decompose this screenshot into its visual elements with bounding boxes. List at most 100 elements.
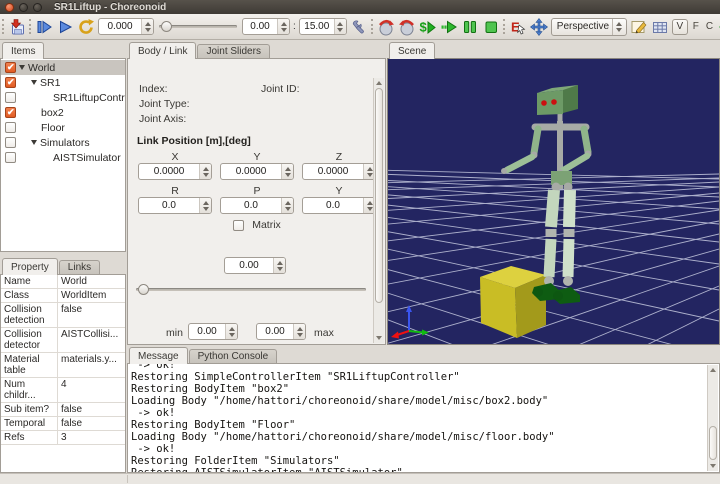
- item-checkbox[interactable]: [5, 62, 16, 73]
- minimize-button[interactable]: [19, 3, 28, 12]
- tab-joint-sliders[interactable]: Joint Sliders: [197, 44, 269, 58]
- expander-icon[interactable]: [31, 140, 37, 145]
- spin-down-icon[interactable]: [616, 28, 622, 32]
- property-table[interactable]: NameWorldClassWorldItemCollision detecti…: [0, 274, 126, 473]
- position-z-spinbox[interactable]: 0.0000: [302, 163, 376, 180]
- property-value[interactable]: materials.y...: [58, 353, 125, 378]
- spin-down-icon[interactable]: [337, 28, 343, 32]
- property-value[interactable]: AISTCollisi...: [58, 328, 125, 353]
- joint-slider[interactable]: [134, 281, 368, 298]
- tab-body-link[interactable]: Body / Link: [129, 42, 196, 59]
- item-checkbox[interactable]: [5, 107, 16, 118]
- min-spinbox[interactable]: 0.00: [188, 323, 238, 340]
- spin-buttons[interactable]: [277, 19, 289, 34]
- property-value[interactable]: 3: [58, 431, 125, 445]
- tree-item[interactable]: SR1: [1, 75, 125, 90]
- start-simulation-icon[interactable]: [377, 18, 395, 36]
- property-value[interactable]: World: [58, 275, 125, 289]
- spin-value[interactable]: 0.00: [225, 258, 273, 273]
- spin-down-icon[interactable]: [145, 28, 151, 32]
- item-checkbox[interactable]: [5, 77, 16, 88]
- matrix-checkbox[interactable]: [233, 220, 244, 231]
- wireframe-icon[interactable]: [651, 18, 669, 36]
- max-spinbox[interactable]: 0.00: [256, 323, 306, 340]
- spin-buttons[interactable]: [199, 164, 211, 179]
- body-link-scrollbar[interactable]: [373, 78, 384, 343]
- expander-icon[interactable]: [31, 80, 37, 85]
- spin-buttons[interactable]: [281, 198, 293, 213]
- tree-item[interactable]: box2: [1, 105, 125, 120]
- spin-value[interactable]: 0.0: [303, 198, 363, 213]
- toolbar-grip[interactable]: [371, 19, 374, 34]
- spin-down-icon[interactable]: [203, 173, 209, 177]
- message-log[interactable]: -> ok!Restoring SimpleControllerItem "SR…: [127, 363, 720, 473]
- scrollbar-thumb[interactable]: [709, 426, 717, 460]
- item-checkbox[interactable]: [5, 122, 16, 133]
- tree-item[interactable]: Simulators: [1, 135, 125, 150]
- rotation-y-spinbox[interactable]: 0.0: [302, 197, 376, 214]
- edit-mode-icon[interactable]: E: [509, 18, 527, 36]
- scroll-up-icon[interactable]: [376, 81, 382, 85]
- spin-up-icon[interactable]: [229, 327, 235, 331]
- config-wrench-icon[interactable]: [350, 18, 368, 36]
- spin-value[interactable]: 0.0000: [139, 164, 199, 179]
- joint-angle-spinbox[interactable]: 0.00: [224, 257, 286, 274]
- item-checkbox[interactable]: [5, 92, 16, 103]
- stop-icon[interactable]: [482, 18, 500, 36]
- scroll-down-icon[interactable]: [710, 464, 716, 468]
- spin-down-icon[interactable]: [277, 267, 283, 271]
- time-spinbox[interactable]: 0.000: [98, 18, 154, 35]
- spin-value[interactable]: 15.00: [300, 19, 334, 34]
- tab-python-console[interactable]: Python Console: [189, 349, 278, 363]
- start-controller-icon[interactable]: $: [419, 18, 437, 36]
- property-value[interactable]: WorldItem: [58, 289, 125, 303]
- tab-links[interactable]: Links: [59, 260, 100, 274]
- refresh-icon[interactable]: [77, 18, 95, 36]
- spin-value[interactable]: 0.00: [257, 324, 293, 339]
- scrollbar-thumb[interactable]: [375, 88, 383, 303]
- range-start-spinbox[interactable]: 0.00: [242, 18, 290, 35]
- tab-items[interactable]: Items: [2, 42, 44, 59]
- tree-item[interactable]: World: [1, 60, 125, 75]
- spin-up-icon[interactable]: [281, 22, 287, 26]
- property-value[interactable]: 4: [58, 378, 125, 403]
- spin-value[interactable]: 0.0000: [303, 164, 363, 179]
- slider-track[interactable]: [136, 288, 366, 291]
- spin-up-icon[interactable]: [297, 327, 303, 331]
- spin-up-icon[interactable]: [337, 22, 343, 26]
- vertex-toggle-button[interactable]: V: [672, 19, 688, 35]
- spin-buttons[interactable]: [334, 19, 346, 34]
- spin-down-icon[interactable]: [367, 207, 373, 211]
- scroll-down-icon[interactable]: [376, 336, 382, 340]
- spin-up-icon[interactable]: [203, 167, 209, 171]
- toolbar-grip[interactable]: [2, 19, 5, 34]
- tree-item[interactable]: Floor: [1, 120, 125, 135]
- pause-icon[interactable]: [461, 18, 479, 36]
- property-value[interactable]: false: [58, 417, 125, 431]
- spin-value[interactable]: 0.00: [243, 19, 277, 34]
- spin-up-icon[interactable]: [203, 201, 209, 205]
- toolbar-grip[interactable]: [503, 19, 506, 34]
- property-value[interactable]: false: [58, 303, 125, 328]
- spin-buttons[interactable]: [273, 258, 285, 273]
- maximize-button[interactable]: [33, 3, 42, 12]
- message-scrollbar[interactable]: [707, 365, 718, 471]
- spin-buttons[interactable]: [281, 164, 293, 179]
- range-end-spinbox[interactable]: 15.00: [299, 18, 347, 35]
- play-from-start-icon[interactable]: [35, 18, 53, 36]
- time-slider[interactable]: [157, 18, 239, 35]
- spin-value[interactable]: 0.0: [139, 198, 199, 213]
- slider-handle[interactable]: [161, 21, 172, 32]
- expander-icon[interactable]: [19, 65, 25, 70]
- spin-up-icon[interactable]: [285, 201, 291, 205]
- move-mode-icon[interactable]: [530, 18, 548, 36]
- spin-value[interactable]: 0.00: [189, 324, 225, 339]
- tab-scene[interactable]: Scene: [389, 42, 435, 59]
- spin-up-icon[interactable]: [367, 201, 373, 205]
- rotation-p-spinbox[interactable]: 0.0: [220, 197, 294, 214]
- spin-value[interactable]: 0.0000: [221, 164, 281, 179]
- item-checkbox[interactable]: [5, 152, 16, 163]
- play-icon[interactable]: [56, 18, 74, 36]
- slider-handle[interactable]: [138, 284, 149, 295]
- spin-down-icon[interactable]: [297, 333, 303, 337]
